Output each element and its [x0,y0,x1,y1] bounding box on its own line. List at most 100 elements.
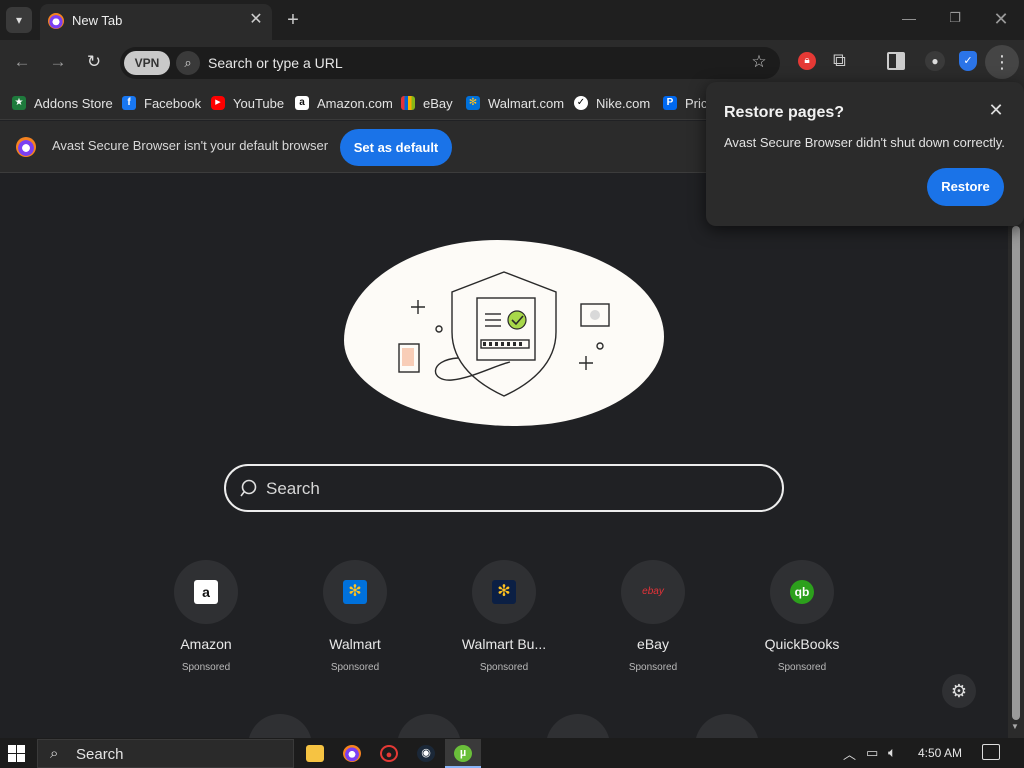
extensions-puzzle-icon[interactable]: ⧉ [833,50,846,71]
target-app-icon: ● [380,745,398,762]
close-icon[interactable]: ✕ [986,100,1006,120]
restore-button[interactable]: Restore [927,168,1004,206]
side-panel-icon[interactable] [887,52,905,70]
bookmark-walmart[interactable]: ✻ Walmart.com [466,93,564,113]
taskbar-file-explorer[interactable] [297,739,333,768]
network-icon[interactable]: ▭ [866,745,878,761]
bookmark-addons-store[interactable]: ★ Addons Store [12,93,113,113]
bookmark-label: Facebook [144,95,202,111]
tile-icon-circle: a [174,560,238,624]
taskbar-search-placeholder: Search [76,746,124,763]
shield-check-icon[interactable]: ✓ [959,51,977,71]
bookmark-label: Addons Store [34,95,113,111]
utorrent-icon: µ [454,745,472,762]
shortcut-tile-ebay[interactable]: ebay eBay Sponsored [593,560,713,680]
scroll-thumb[interactable] [1012,226,1020,720]
shortcut-tile-partial[interactable] [546,714,610,738]
shortcut-tile-partial[interactable] [695,714,759,738]
toolbar: ← → ↻ VPN ⌕ Search or type a URL ☆ 🔒︎ ⧉ … [0,40,1024,85]
newtab-search-input[interactable]: Search [224,464,784,512]
volume-muted-icon[interactable]: 🔈︎ [888,744,896,761]
taskbar-utorrent[interactable]: µ [445,739,481,768]
amazon-icon: a [295,96,309,110]
avast-favicon-icon [48,13,64,29]
bookmark-star-icon[interactable]: ☆ [748,52,770,74]
notification-center-icon[interactable] [982,744,1000,760]
reload-icon[interactable]: ↻ [83,51,105,73]
tile-name: Amazon [180,636,232,652]
amazon-icon: a [194,580,218,604]
window-close-icon[interactable]: ✕ [990,9,1012,29]
tab-new-tab[interactable]: New Tab ✕ [40,4,272,40]
sponsored-label: Sponsored [181,662,231,673]
tile-name: Walmart Bu... [461,636,547,652]
shortcut-tile-walmart-business[interactable]: ✻ Walmart Bu... Sponsored [444,560,564,680]
shortcut-tile-amazon[interactable]: a Amazon Sponsored [146,560,266,680]
tile-name: QuickBooks [764,636,840,652]
nike-swoosh-icon: ✓ [574,96,588,110]
restore-pages-dialog: Restore pages? ✕ Avast Secure Browser di… [706,82,1024,226]
bookmark-ebay[interactable]: eBay [401,93,453,113]
new-tab-button[interactable]: + [282,9,304,31]
tray-chevron-up-icon[interactable]: ︿ [843,744,856,763]
bookmark-label: Pric [685,95,708,111]
close-icon[interactable]: ✕ [246,10,266,30]
sponsored-label: Sponsored [777,662,827,673]
ebay-icon: ebay [641,580,665,604]
dialog-title: Restore pages? [724,104,845,121]
shortcut-tile-partial[interactable] [397,714,461,738]
shortcut-tile-walmart[interactable]: ✻ Walmart Sponsored [295,560,415,680]
sponsored-label: Sponsored [628,662,678,673]
windows-start-icon[interactable] [8,745,25,762]
steam-icon: ◉ [417,745,435,762]
bookmark-nike[interactable]: ✓ Nike.com [574,93,650,113]
set-as-default-button[interactable]: Set as default [340,129,452,166]
bookmark-priceline[interactable]: P Pric [663,93,707,113]
taskbar: ⌕ Search ● ◉ µ ︿ ▭ 🔈︎ 4:50 AM [0,738,1024,768]
lock-extension-icon[interactable]: 🔒︎ [798,52,816,70]
taskbar-search-input[interactable]: ⌕ Search [37,739,294,768]
vpn-button[interactable]: VPN [124,51,170,75]
chevron-down-icon: ▾ [15,13,23,27]
shortcut-tile-partial[interactable] [248,714,312,738]
walmart-icon: ✻ [466,96,480,110]
walmart-icon: ✻ [343,580,367,604]
bookmark-amazon[interactable]: a Amazon.com [295,93,393,113]
taskbar-steam[interactable]: ◉ [408,739,444,768]
quickbooks-icon: qb [790,580,814,604]
address-input[interactable]: Search or type a URL [208,55,343,71]
folder-icon [306,745,324,762]
avast-browser-icon [343,745,361,762]
forward-arrow-icon[interactable]: → [47,51,69,73]
bookmark-youtube[interactable]: ▶ YouTube [211,93,284,113]
scroll-down-icon[interactable]: ▼ [1011,722,1019,731]
youtube-icon: ▶ [211,96,225,110]
profile-icon[interactable]: ● [925,51,945,71]
restore-window-icon[interactable]: ❐ [944,10,966,30]
taskbar-app-red[interactable]: ● [371,739,407,768]
tile-name: eBay [637,636,669,652]
tab-search-button[interactable]: ▾ [6,7,32,33]
title-bar: ▾ New Tab ✕ + — ❐ ✕ [0,0,1024,40]
search-icon [240,479,257,497]
search-icon: ⌕ [50,745,59,762]
sponsored-label: Sponsored [479,662,529,673]
menu-kebab-icon[interactable]: ⋮ [985,45,1019,79]
minimize-icon[interactable]: — [898,10,920,30]
tile-icon-circle: ✻ [323,560,387,624]
back-arrow-icon[interactable]: ← [11,51,33,73]
priceline-icon: P [663,96,677,110]
customize-gear-icon[interactable]: ⚙ [942,674,976,708]
bookmark-label: YouTube [233,95,285,111]
shortcut-tile-quickbooks[interactable]: qb QuickBooks Sponsored [742,560,862,680]
dialog-message: Avast Secure Browser didn't shut down co… [724,135,1005,150]
search-icon: ⌕ [176,51,200,75]
scrollbar[interactable]: ▲ ▼ [1008,174,1024,738]
bookmark-label: eBay [423,95,453,111]
bookmark-label: Walmart.com [488,95,565,111]
taskbar-avast-browser[interactable] [334,739,370,768]
taskbar-clock[interactable]: 4:50 AM [918,746,962,760]
avast-logo-icon [16,137,36,157]
bookmark-facebook[interactable]: f Facebook [122,93,201,113]
address-bar[interactable]: VPN ⌕ Search or type a URL ☆ [120,47,780,79]
